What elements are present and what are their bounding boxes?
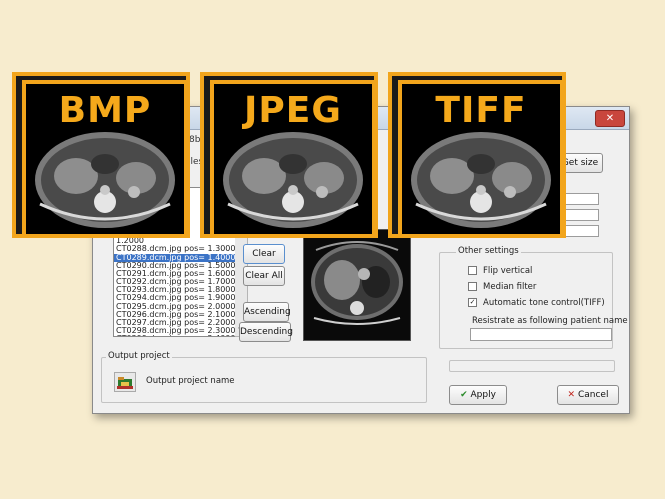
- format-card-tiff: TIFF: [398, 80, 564, 238]
- output-project-group: Output project Output project name: [101, 351, 427, 403]
- project-folder-icon: [117, 377, 133, 389]
- flip-vertical-option[interactable]: Flip vertical: [468, 266, 532, 276]
- median-filter-option[interactable]: Median filter: [468, 282, 536, 292]
- median-filter-label: Median filter: [483, 282, 537, 292]
- format-label: JPEG: [244, 90, 342, 131]
- patient-name-input[interactable]: [470, 328, 612, 341]
- other-settings-title: Other settings: [456, 246, 521, 256]
- descending-button[interactable]: Descending: [239, 322, 293, 342]
- ct-scan-image: [304, 230, 410, 340]
- patient-name-label: Resistrate as following patient name: [472, 316, 628, 326]
- clear-button[interactable]: Clear: [243, 244, 285, 264]
- flip-vertical-label: Flip vertical: [483, 266, 533, 276]
- progress-bar: [449, 360, 615, 372]
- format-card-jpeg: JPEG: [210, 80, 376, 238]
- auto-tone-label: Automatic tone control(TIFF): [483, 298, 605, 308]
- flip-vertical-checkbox[interactable]: [468, 266, 477, 275]
- clear-all-button[interactable]: Clear All: [243, 266, 285, 286]
- apply-button-label: Apply: [470, 390, 496, 400]
- ct-preview-image: [303, 229, 411, 341]
- cancel-button[interactable]: ✕ Cancel: [557, 385, 619, 405]
- format-label: BMP: [58, 90, 152, 131]
- format-card-bmp: BMP: [22, 80, 188, 238]
- file-list-item[interactable]: CT0299.dcm.jpg pos= 2.40000: [114, 335, 236, 336]
- median-filter-checkbox[interactable]: [468, 282, 477, 291]
- format-label: TIFF: [435, 90, 527, 131]
- output-project-name-label: Output project name: [146, 376, 235, 386]
- project-folder-button[interactable]: [114, 372, 136, 392]
- output-project-title: Output project: [106, 351, 172, 361]
- other-settings-group: Other settings Flip vertical Median filt…: [439, 246, 628, 349]
- cancel-button-label: Cancel: [577, 390, 609, 400]
- ascending-button[interactable]: Ascending: [243, 302, 291, 322]
- auto-tone-option[interactable]: ✓ Automatic tone control(TIFF): [468, 298, 605, 308]
- auto-tone-checkbox[interactable]: ✓: [468, 298, 477, 307]
- cancel-x-icon: ✕: [567, 390, 576, 400]
- checkmark-icon: ✔: [460, 390, 468, 400]
- apply-button[interactable]: ✔ Apply: [449, 385, 507, 405]
- window-close-button[interactable]: ✕: [595, 110, 625, 127]
